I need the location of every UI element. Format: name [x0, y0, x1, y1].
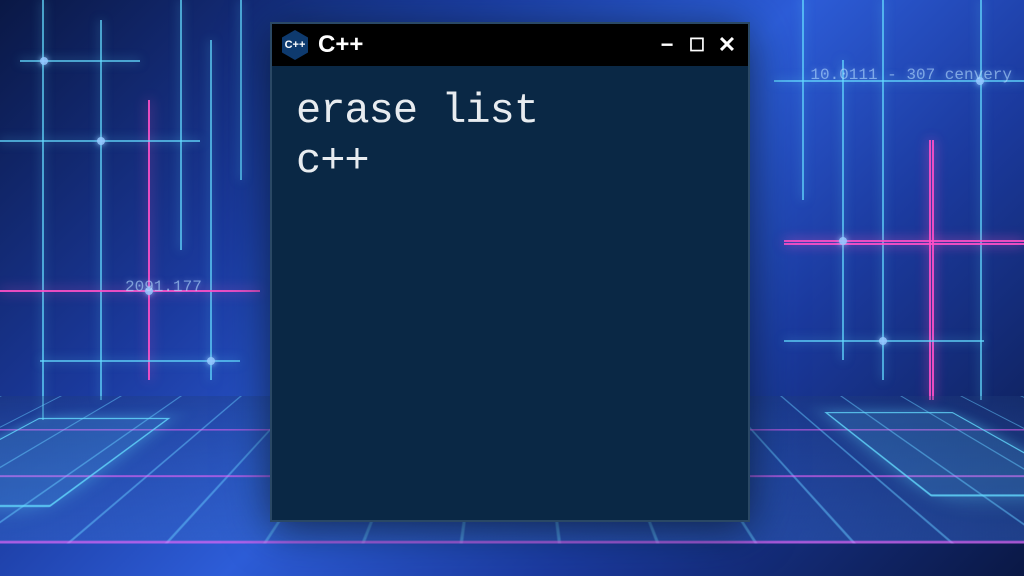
- maximize-button[interactable]: ☐: [684, 32, 710, 58]
- bg-text-left: 2091.177: [125, 278, 202, 296]
- terminal-body[interactable]: erase list c++: [272, 66, 748, 207]
- cpp-icon: C++: [280, 30, 310, 60]
- minimize-button[interactable]: −: [654, 32, 680, 58]
- window-controls: − ☐ ✕: [654, 32, 740, 58]
- terminal-window: C++ C++ − ☐ ✕ erase list c++: [270, 22, 750, 522]
- close-button[interactable]: ✕: [714, 32, 740, 58]
- terminal-line-2: c++: [296, 136, 724, 186]
- titlebar[interactable]: C++ C++ − ☐ ✕: [272, 24, 748, 66]
- app-title: C++: [318, 31, 646, 59]
- terminal-line-1: erase list: [296, 86, 724, 136]
- bg-text-right: 10.0111 - 307 cenvery: [810, 66, 1012, 84]
